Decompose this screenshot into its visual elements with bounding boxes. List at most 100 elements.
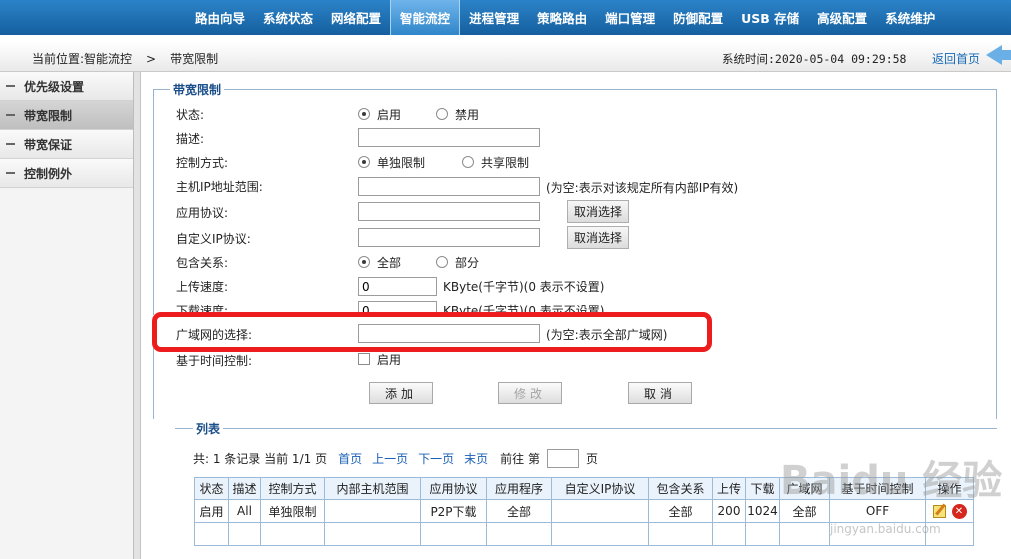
modify-button: 修改 [498, 382, 562, 404]
nav-item-wizard[interactable]: 路由向导 [186, 0, 254, 35]
breadcrumb-current: 带宽限制 [170, 52, 219, 66]
control-single-radio[interactable] [358, 156, 370, 168]
nav-item-maintenance[interactable]: 系统维护 [876, 0, 944, 35]
nav-item-status[interactable]: 系统状态 [254, 0, 322, 35]
table-cell [551, 522, 649, 546]
cancel-button[interactable]: 取消 [628, 382, 692, 404]
nav-item-network[interactable]: 网络配置 [322, 0, 390, 35]
sidebar-item-label: 优先级设置 [24, 79, 85, 94]
column-header: 状态 [194, 477, 229, 500]
control-mode-label: 控制方式: [176, 156, 229, 170]
include-part-radio[interactable] [436, 256, 448, 268]
status-disable-radio[interactable] [436, 108, 448, 120]
status-disable-label: 禁用 [455, 108, 480, 122]
nav-item-process[interactable]: 进程管理 [460, 0, 528, 35]
top-nav: 路由向导 系统状态 网络配置 智能流控 进程管理 策略路由 端口管理 防御配置 … [186, 0, 944, 35]
actions-cell: ✕ [925, 499, 974, 523]
control-shared-radio[interactable] [462, 156, 474, 168]
nav-item-policy-route[interactable]: 策略路由 [528, 0, 596, 35]
record-summary: 共: 1 条记录 当前 1/1 页 [193, 452, 328, 466]
back-arrow-icon-tail[interactable] [1000, 50, 1011, 60]
table-cell: 单独限制 [260, 499, 325, 523]
dash-icon [6, 172, 15, 174]
table-row: 启用 All 单独限制 P2P下载 全部 全部 200 1024 全部 OFF … [194, 499, 974, 523]
nav-item-usb[interactable]: USB 存储 [732, 0, 808, 35]
top-nav-bar: 路由向导 系统状态 网络配置 智能流控 进程管理 策略路由 端口管理 防御配置 … [0, 0, 1011, 35]
table-header-row: 状态 描述 控制方式 内部主机范围 应用协议 应用程序 自定义IP协议 包含关系… [194, 477, 974, 500]
breadcrumb-bar: 当前位置:智能流控 > 带宽限制 系统时间:2020-05-04 09:29:58 … [0, 42, 1011, 72]
column-header: 广域网 [779, 477, 830, 500]
sidebar-item-bandwidth-limit[interactable]: 带宽限制 [0, 101, 133, 130]
table-cell: 全部 [648, 499, 713, 523]
include-relation-label: 包含关系: [176, 256, 229, 270]
include-part-label: 部分 [455, 256, 480, 270]
app-protocol-cancel-button[interactable]: 取消选择 [567, 200, 629, 223]
time-control-enable-label: 启用 [377, 353, 402, 367]
list-title: 列表 [193, 420, 224, 437]
column-header: 描述 [228, 477, 261, 500]
custom-ip-protocol-cancel-button[interactable]: 取消选择 [567, 226, 629, 249]
control-single-label: 单独限制 [377, 156, 426, 170]
table-cell [228, 522, 261, 546]
column-header: 包含关系 [648, 477, 713, 500]
goto-page-input[interactable] [546, 449, 579, 468]
dash-icon [6, 85, 15, 87]
breadcrumb-separator: > [146, 52, 157, 66]
table-cell [260, 522, 325, 546]
list-divider [175, 428, 997, 429]
table-cell: 全部 [486, 499, 552, 523]
table-cell [648, 522, 713, 546]
column-header: 自定义IP协议 [551, 477, 649, 500]
ip-range-input[interactable] [358, 177, 540, 196]
table-cell: 全部 [779, 499, 830, 523]
column-header: 控制方式 [260, 477, 325, 500]
include-all-label: 全部 [377, 256, 402, 270]
sidebar-item-priority[interactable]: 优先级设置 [0, 72, 133, 101]
description-input[interactable] [358, 128, 540, 147]
time-control-checkbox[interactable] [358, 353, 370, 365]
table-cell [324, 499, 421, 523]
sidebar-item-bandwidth-guarantee[interactable]: 带宽保证 [0, 130, 133, 159]
table-cell [745, 522, 780, 546]
wan-selection-input[interactable] [358, 324, 540, 343]
table-cell [712, 522, 746, 546]
table-cell: OFF [829, 499, 926, 523]
add-button[interactable]: 添加 [369, 382, 433, 404]
breadcrumb: 当前位置:智能流控 > 带宽限制 [32, 50, 218, 67]
table-cell: 启用 [194, 499, 229, 523]
prev-page-link[interactable]: 上一页 [372, 450, 408, 467]
sidebar-scrollbar[interactable] [134, 72, 141, 559]
edit-icon[interactable] [932, 504, 946, 518]
table-cell [779, 522, 830, 546]
table-cell [829, 522, 926, 546]
breadcrumb-prefix: 当前位置:智能流控 [32, 52, 133, 66]
table-cell [925, 522, 974, 546]
time-control-label: 基于时间控制: [176, 354, 253, 368]
nav-item-advanced[interactable]: 高级配置 [808, 0, 876, 35]
app-protocol-input[interactable] [358, 202, 540, 221]
last-page-link[interactable]: 末页 [464, 450, 488, 467]
back-home-link[interactable]: 返回首页 [932, 50, 980, 67]
column-header: 基于时间控制 [829, 477, 926, 500]
upload-speed-hint: KByte(千字节)(0 表示不设置) [443, 280, 605, 294]
custom-ip-protocol-input[interactable] [358, 228, 540, 247]
goto-suffix: 页 [585, 452, 598, 466]
table-cell [324, 522, 421, 546]
nav-item-port[interactable]: 端口管理 [596, 0, 664, 35]
status-label: 状态: [176, 108, 205, 122]
bandwidth-limit-form [153, 89, 997, 419]
nav-item-defense[interactable]: 防御配置 [664, 0, 732, 35]
goto-prefix: 前往 第 [500, 452, 540, 466]
nav-item-flow-control[interactable]: 智能流控 [390, 0, 461, 35]
status-enable-radio[interactable] [358, 108, 370, 120]
control-shared-label: 共享限制 [481, 156, 530, 170]
app-protocol-label: 应用协议: [176, 206, 229, 220]
form-legend: 带宽限制 [170, 81, 225, 98]
include-all-radio[interactable] [358, 256, 370, 268]
sidebar-item-control-exception[interactable]: 控制例外 [0, 159, 133, 188]
first-page-link[interactable]: 首页 [338, 450, 362, 467]
next-page-link[interactable]: 下一页 [418, 450, 454, 467]
upload-speed-input[interactable] [358, 277, 437, 296]
delete-icon[interactable]: ✕ [951, 503, 967, 519]
ip-range-hint: (为空:表示对该规定所有内部IP有效) [546, 181, 739, 195]
